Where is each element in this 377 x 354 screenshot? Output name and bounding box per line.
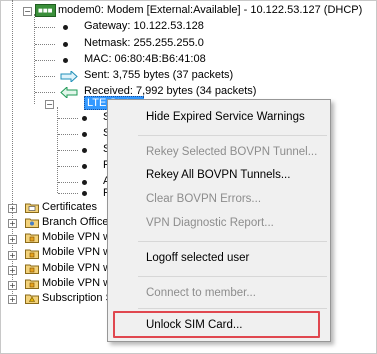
- tree-guide-line: [35, 27, 55, 28]
- tree-guide-line: [35, 60, 55, 61]
- bullet-icon: [82, 191, 87, 196]
- tree-guide-line: [58, 182, 78, 183]
- branch-office-item[interactable]: Branch Office: [42, 215, 108, 230]
- mobile-vpn-item[interactable]: Mobile VPN w: [42, 245, 111, 260]
- menu-item-hide-expired-warnings[interactable]: Hide Expired Service Warnings: [146, 111, 305, 123]
- expand-certificates-toggle[interactable]: +: [8, 204, 17, 213]
- subscription-folder-icon: [25, 294, 39, 304]
- menu-item-logoff-selected-user[interactable]: Logoff selected user: [146, 252, 249, 264]
- menu-item-clear-bovpn-errors[interactable]: Clear BOVPN Errors...: [146, 193, 261, 205]
- mobile-vpn-item[interactable]: Mobile VPN w: [42, 261, 111, 276]
- menu-separator: [138, 135, 327, 136]
- expand-mobile-vpn-toggle[interactable]: +: [8, 281, 17, 290]
- bullet-icon: [82, 148, 87, 153]
- mobile-vpn-folder-icon: [25, 279, 39, 289]
- gateway-item[interactable]: Gateway: 10.122.53.128: [84, 19, 204, 34]
- sent-item[interactable]: Sent: 3,755 bytes (37 packets): [84, 68, 233, 83]
- unlock-sim-highlight-box: [113, 311, 320, 338]
- mobile-vpn-item[interactable]: Mobile VPN w: [42, 230, 111, 245]
- collapse-modem-toggle[interactable]: −: [23, 7, 32, 16]
- expand-subscription-toggle[interactable]: +: [8, 295, 17, 304]
- tree-guide-line: [35, 76, 55, 77]
- expand-branch-office-toggle[interactable]: +: [8, 219, 17, 228]
- expand-mobile-vpn-toggle[interactable]: +: [8, 266, 17, 275]
- tree-guide-line: [58, 134, 78, 135]
- menu-separator: [138, 276, 327, 277]
- context-menu: Hide Expired Service Warnings Rekey Sele…: [107, 99, 331, 342]
- subscription-item[interactable]: Subscription S: [42, 291, 113, 306]
- certificate-folder-icon: [25, 203, 39, 213]
- bullet-icon: [63, 58, 68, 63]
- tree-guide-line: [58, 118, 78, 119]
- bullet-icon: [82, 132, 87, 137]
- sent-arrow-icon: [60, 71, 78, 82]
- bullet-icon: [63, 25, 68, 30]
- tree-guide-line: [58, 193, 78, 194]
- expand-mobile-vpn-toggle[interactable]: +: [8, 235, 17, 244]
- menu-item-connect-to-member[interactable]: Connect to member...: [146, 287, 256, 299]
- modem-label[interactable]: modem0: Modem [External:Available] - 10.…: [58, 3, 362, 18]
- collapse-lte-toggle[interactable]: −: [45, 100, 54, 109]
- menu-separator: [138, 308, 327, 309]
- mac-item[interactable]: MAC: 06:80:4B:B6:41:08: [84, 52, 206, 67]
- branch-office-folder-icon: [25, 218, 39, 228]
- bullet-icon: [63, 42, 68, 47]
- netmask-item[interactable]: Netmask: 255.255.255.0: [84, 36, 204, 51]
- menu-item-vpn-diagnostic-report[interactable]: VPN Diagnostic Report...: [146, 217, 274, 229]
- menu-item-rekey-selected-bovpn[interactable]: Rekey Selected BOVPN Tunnel...: [146, 146, 317, 158]
- tree-guide-line: [35, 92, 55, 93]
- mobile-vpn-folder-icon: [25, 249, 39, 259]
- mobile-vpn-item[interactable]: Mobile VPN w: [42, 276, 111, 291]
- menu-item-rekey-all-bovpn[interactable]: Rekey All BOVPN Tunnels...: [146, 169, 290, 181]
- certificates-item[interactable]: Certificates: [42, 200, 97, 215]
- tree-guide-line: [58, 150, 78, 151]
- tree-guide-line: [58, 166, 78, 167]
- menu-separator: [138, 241, 327, 242]
- mobile-vpn-folder-icon: [25, 264, 39, 274]
- modem-icon: ■■■: [35, 4, 56, 17]
- received-arrow-icon: [60, 87, 78, 98]
- bullet-icon: [82, 164, 87, 169]
- tree-guide-line: [35, 44, 55, 45]
- mobile-vpn-folder-icon: [25, 233, 39, 243]
- expand-mobile-vpn-toggle[interactable]: +: [8, 251, 17, 260]
- bullet-icon: [82, 180, 87, 185]
- bullet-icon: [82, 116, 87, 121]
